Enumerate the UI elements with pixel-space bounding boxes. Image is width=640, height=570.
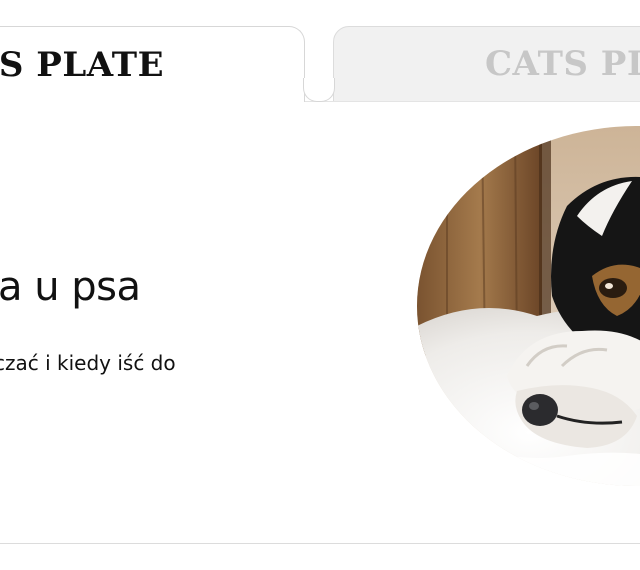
card-title: a u psa xyxy=(0,264,141,310)
tab-dogs-plate-label: GS PLATE xyxy=(0,44,164,85)
tab-cats-plate-label: CATS PL xyxy=(485,44,640,84)
card-description: czać i kiedy iść do xyxy=(0,351,176,375)
tab-dogs-plate[interactable]: GS PLATE xyxy=(0,26,305,102)
viewport: GS PLATE CATS PL a u psa czać i kiedy iś… xyxy=(0,0,640,570)
tab-divider xyxy=(303,78,335,102)
dog-photo xyxy=(417,126,640,486)
tab-cats-plate[interactable]: CATS PL xyxy=(333,26,640,102)
